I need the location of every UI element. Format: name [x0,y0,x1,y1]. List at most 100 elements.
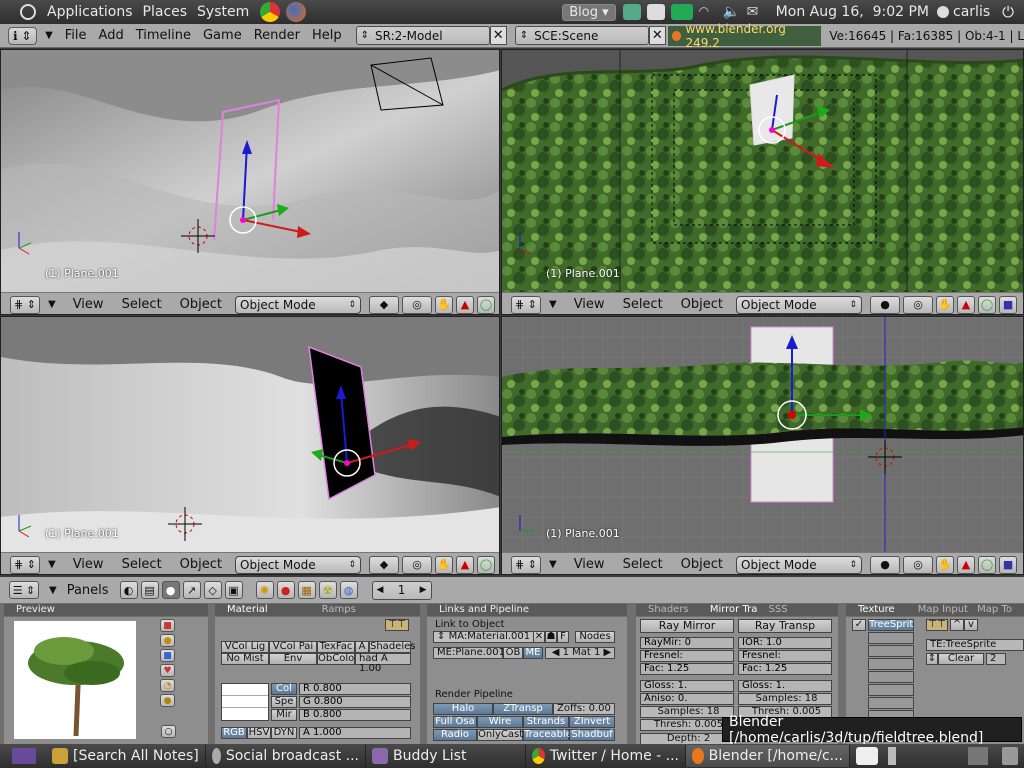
texface-button[interactable]: TexFac [317,641,355,653]
lamp-icon[interactable]: ✺ [255,581,274,599]
sss-tab[interactable]: SSS [769,604,788,615]
mirror-transp-tab[interactable]: Mirror Tra [710,604,758,615]
mirror-fresnel-slider[interactable]: Fresnel: [640,650,734,662]
collapse-triangle-icon[interactable]: ▼ [49,585,57,596]
object-menu[interactable]: Object [672,297,732,312]
frame-number-field[interactable]: ◀ 1 ▶ [371,580,432,600]
collapse-triangle-icon[interactable]: ▼ [549,299,557,310]
ztransp-button[interactable]: ZTransp [493,703,553,715]
view-menu[interactable]: View [565,297,614,312]
mirror-thresh-field[interactable]: Thresh: 0.005 [640,719,734,731]
draw-type-button[interactable]: ● [870,295,901,314]
collapse-triangle-icon[interactable]: ▼ [549,559,557,570]
task-blender[interactable]: Blender [/home/c... [686,745,850,767]
viewport-canvas[interactable] [502,317,1024,552]
scale-icon[interactable]: ■ [999,295,1018,314]
add-menu[interactable]: Add [93,28,130,43]
game-menu[interactable]: Game [197,28,248,43]
transp-gloss-slider[interactable]: Gloss: 1. [738,680,832,692]
logic-context-icon[interactable]: ◐ [119,581,138,599]
material-name-field[interactable]: ⇕ MA:Material.001 [433,631,545,643]
object-menu[interactable]: Object [171,557,231,572]
transp-fresnel-slider[interactable]: Fresnel: [738,650,832,662]
pivot-button[interactable]: ◎ [402,295,433,314]
shadeless-button[interactable]: Shadeles [369,641,415,653]
mirror-fac-slider[interactable]: Fac: 1.25 [640,663,734,675]
view-menu[interactable]: View [64,297,113,312]
window-type-button[interactable]: ⋕ ⇕ [10,555,40,574]
spe-button[interactable]: Spe [271,696,297,708]
translate-icon[interactable]: ▲ [957,295,976,314]
task-twitter[interactable]: Twitter / Home - ... [526,745,686,767]
rotate-icon[interactable]: ◯ [978,555,997,574]
trash-icon[interactable] [1002,747,1018,765]
show-desktop-icon[interactable] [12,748,36,764]
blender-tray-icon[interactable] [856,747,878,765]
pivot-button[interactable]: ◎ [402,555,433,574]
material-icon[interactable]: ● [276,581,295,599]
mail-icon[interactable]: ✉ [747,4,765,20]
monitor-icon[interactable] [670,4,693,20]
wifi-icon[interactable]: ◠ [699,4,717,20]
pivot-button[interactable]: ◎ [903,555,934,574]
viewport-canvas[interactable] [1,317,500,552]
texture-users-field[interactable]: 2 [986,653,1006,665]
aniso-slider[interactable]: Aniso: 0. [640,693,734,705]
preview-cube-icon[interactable]: ■ [160,649,175,662]
obcolor-button[interactable]: ObColo [317,653,355,665]
rotate-icon[interactable]: ◯ [477,295,496,314]
mode-selector[interactable]: Object Mode ⇕ [736,295,863,314]
links-panel-title[interactable]: Links and Pipeline [427,604,627,616]
full-osa-button[interactable]: Full Osa [433,716,477,728]
halo-button[interactable]: Halo [433,703,493,715]
texture-slot-6[interactable] [868,684,914,696]
hsv-button[interactable]: HSV [247,727,271,739]
firefox-icon[interactable] [286,2,307,22]
preview-plane-icon[interactable]: ■ [160,619,175,632]
panels-menu[interactable]: Panels [67,583,109,598]
shadow-alpha-field[interactable]: had A 1.00 [355,653,411,674]
me-link-button[interactable]: ME [523,647,543,659]
fake-user-icon[interactable]: ☗ [545,631,557,643]
ramps-tab[interactable]: Ramps [322,604,356,615]
viewport-canvas[interactable] [1,50,500,292]
timeline-menu[interactable]: Timeline [130,28,197,43]
rotate-icon[interactable]: ◯ [477,555,496,574]
pivot-button[interactable]: ◎ [903,295,934,314]
places-menu[interactable]: Places [138,4,193,20]
hand-icon[interactable]: ✋ [936,555,955,574]
node-toggle-icon[interactable]: ⊤⊤ [385,619,409,631]
no-mist-button[interactable]: No Mist [221,653,269,665]
preview-hair-icon[interactable]: ◔ [160,679,175,692]
map-to-tab[interactable]: Map To [977,604,1012,615]
fake-user-button[interactable]: F [557,631,569,643]
workspace-switcher[interactable] [968,747,988,765]
dyn-button[interactable]: DYN [271,727,297,739]
hand-icon[interactable]: ✋ [435,295,454,314]
select-menu[interactable]: Select [614,297,672,312]
script-context-icon[interactable]: ▤ [140,581,159,599]
texture-slot-5[interactable] [868,671,914,683]
system-menu[interactable]: System [192,4,254,20]
spe-swatch[interactable] [222,696,268,708]
blue-slider[interactable]: B 0.800 [299,709,411,721]
mirror-gloss-slider[interactable]: Gloss: 1. [640,680,734,692]
texture-slot-7[interactable] [868,697,914,709]
view-menu[interactable]: View [64,557,113,572]
zoffs-field[interactable]: Zoffs: 0.00 [553,703,615,715]
task-buddy-list[interactable]: Buddy List [366,745,526,767]
rotate-icon[interactable]: ◯ [978,295,997,314]
red-slider[interactable]: R 0.800 [299,683,411,695]
window-type-button[interactable]: ⋕ ⇕ [10,295,40,314]
collapse-triangle-icon[interactable]: ▼ [48,559,56,570]
collapse-triangle-icon[interactable]: ▼ [48,299,56,310]
preview-monkey-icon[interactable]: ♥ [160,664,175,677]
shadbuf-button[interactable]: Shadbuf [569,729,615,741]
texture-slot-3[interactable] [868,645,914,657]
hand-icon[interactable]: ✋ [435,555,454,574]
mesh-name-field[interactable]: ME:Plane.001 [433,647,505,659]
texture-clear-button[interactable]: Clear [938,653,984,665]
transp-fac-slider[interactable]: Fac: 1.25 [738,663,832,675]
task-tomboy[interactable]: [Search All Notes] [46,745,206,767]
mode-selector[interactable]: Object Mode ⇕ [235,555,362,574]
